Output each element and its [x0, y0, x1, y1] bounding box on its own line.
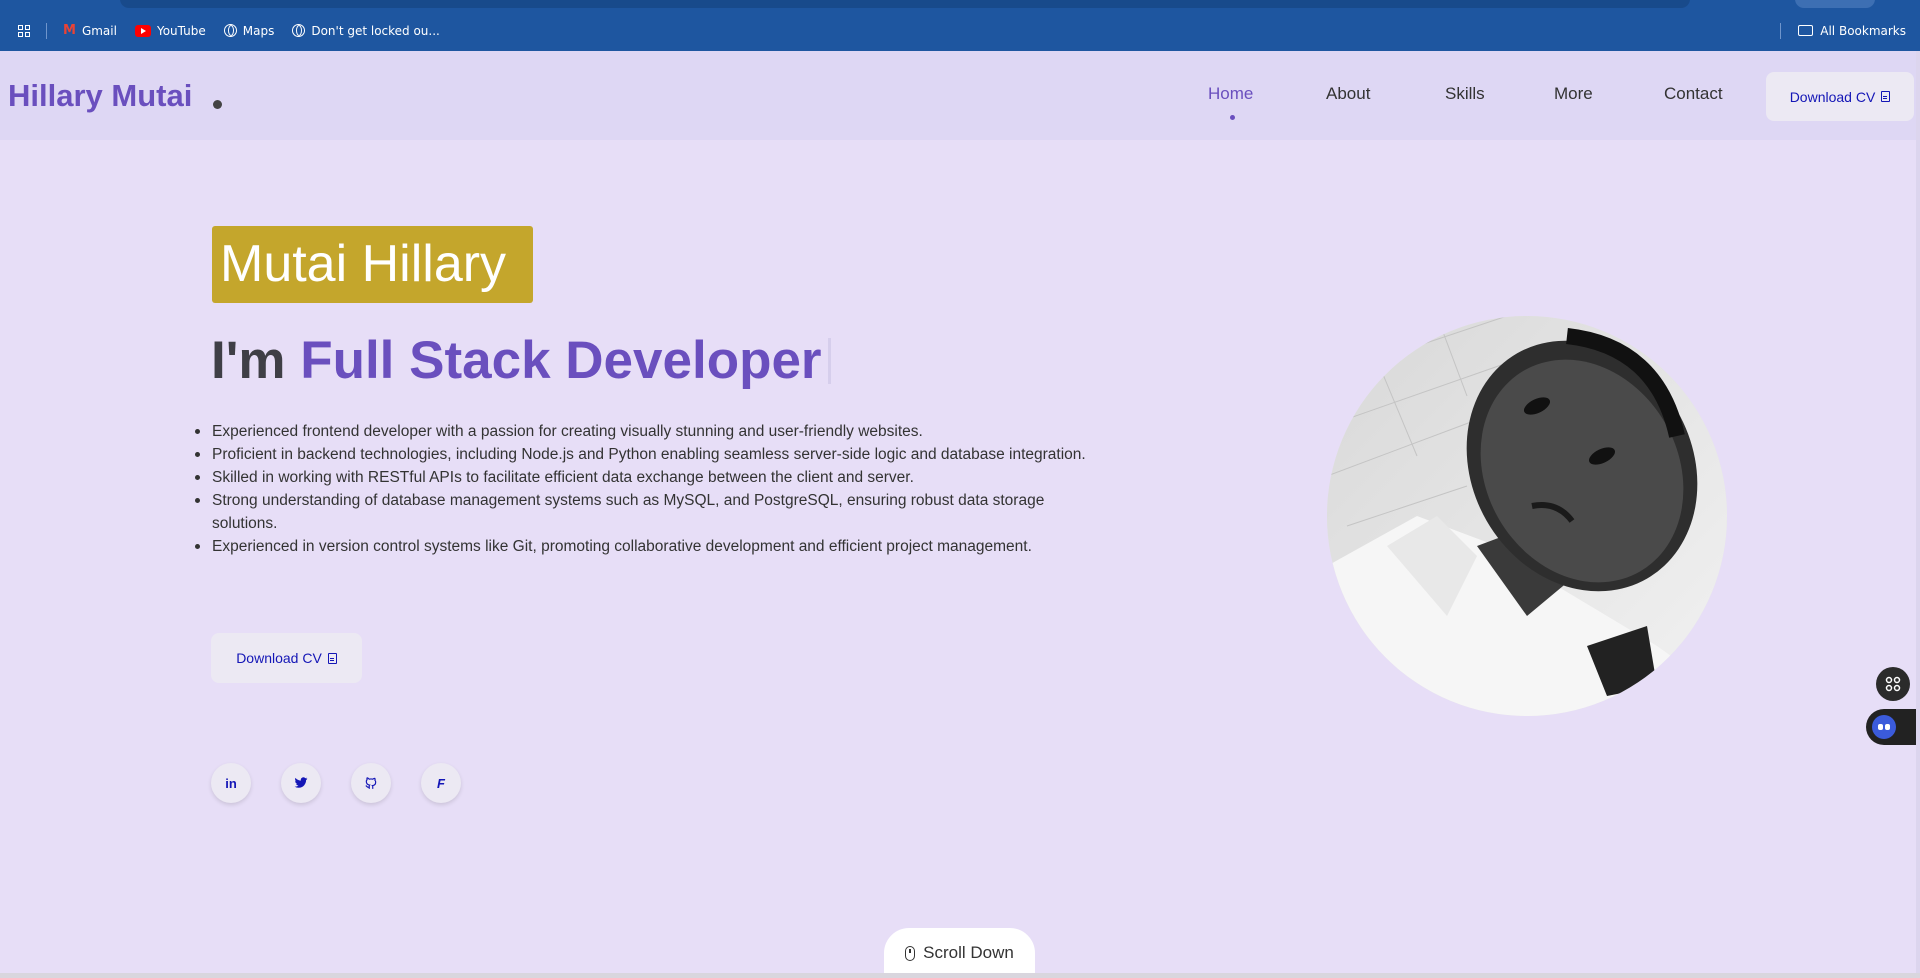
site-logo[interactable]: Hillary Mutai: [8, 78, 192, 114]
bookmark-gmail[interactable]: M Gmail: [63, 23, 117, 38]
address-bar[interactable]: [120, 0, 1690, 8]
bookmark-label: Maps: [242, 23, 275, 38]
bookmark-label: Don't get locked ou...: [311, 23, 440, 38]
profile-button[interactable]: [1795, 0, 1875, 8]
gmail-icon: M: [63, 23, 76, 38]
profile-photo: [1327, 316, 1727, 716]
facebook-icon: F: [437, 775, 445, 791]
typing-caret: [827, 338, 831, 384]
profile-photo-illustration: [1327, 316, 1727, 716]
bookmark-youtube[interactable]: YouTube: [134, 23, 206, 38]
page-scrollbar[interactable]: [1916, 51, 1920, 978]
download-cv-label: Download CV: [1789, 88, 1876, 105]
github-link[interactable]: [351, 763, 391, 803]
nav-home[interactable]: Home: [1208, 84, 1253, 104]
hero-download-cv-button[interactable]: Download CV: [211, 633, 362, 683]
bookmark-label: Gmail: [81, 23, 117, 38]
bookmarks-separator: [46, 22, 47, 39]
list-item: Skilled in working with RESTful APIs to …: [195, 466, 1092, 489]
list-item: Experienced in version control systems l…: [195, 535, 1092, 558]
browser-toolbar: [0, 0, 1920, 10]
header-download-cv-button[interactable]: Download CV: [1766, 72, 1914, 121]
bot-icon: [1872, 715, 1896, 739]
hero-role-heading: I'm Full Stack Developer: [211, 330, 831, 391]
assistant-widget-button[interactable]: [1866, 709, 1920, 745]
scroll-down-button[interactable]: Scroll Down: [884, 928, 1035, 978]
bookmark-dont-get-locked-out[interactable]: Don't get locked ou...: [292, 24, 440, 38]
linkedin-link[interactable]: in: [211, 763, 251, 803]
hero-name: Mutai Hillary: [212, 226, 533, 303]
github-icon: [365, 777, 377, 789]
bookmark-maps[interactable]: Maps: [223, 23, 275, 38]
download-cv-label: Download CV: [236, 650, 322, 666]
apps-widget-button[interactable]: [1876, 667, 1910, 701]
linkedin-icon: in: [225, 775, 237, 791]
all-bookmarks-label: All Bookmarks: [1820, 23, 1906, 38]
skills-summary-list: Experienced frontend developer with a pa…: [195, 420, 1092, 558]
document-icon: [1881, 91, 1891, 102]
list-item: Strong understanding of database managem…: [195, 489, 1092, 535]
nav-active-indicator: [1230, 115, 1235, 120]
bookmark-label: YouTube: [156, 23, 206, 38]
all-bookmarks[interactable]: All Bookmarks: [1780, 10, 1906, 51]
scroll-down-label: Scroll Down: [923, 943, 1014, 962]
role-title: Full Stack Developer: [300, 331, 822, 390]
grid-icon: [1885, 676, 1901, 692]
document-icon: [327, 652, 337, 664]
role-prefix: I'm: [211, 331, 286, 390]
globe-icon: [223, 24, 237, 37]
bookmarks-separator: [1780, 22, 1782, 39]
folder-icon: [1798, 25, 1814, 36]
horizontal-scrollbar[interactable]: [0, 973, 1920, 978]
bookmarks-bar: M Gmail YouTube Maps Don't get locked ou…: [0, 10, 1920, 51]
globe-icon: [292, 24, 306, 37]
list-item: Experienced frontend developer with a pa…: [195, 420, 1092, 443]
nav-contact[interactable]: Contact: [1664, 84, 1723, 104]
list-item: Proficient in backend technologies, incl…: [195, 443, 1092, 466]
site-header: Hillary Mutai Home About Skills More Con…: [0, 51, 1916, 140]
youtube-icon: [134, 24, 151, 37]
mouse-icon: [905, 945, 916, 961]
logo-dot: [213, 100, 222, 109]
facebook-link[interactable]: F: [421, 763, 461, 803]
nav-skills[interactable]: Skills: [1445, 84, 1485, 104]
nav-about[interactable]: About: [1326, 84, 1370, 104]
apps-grid-icon[interactable]: [18, 24, 30, 37]
nav-more[interactable]: More: [1554, 84, 1593, 104]
twitter-icon: [294, 777, 308, 788]
twitter-link[interactable]: [281, 763, 321, 803]
